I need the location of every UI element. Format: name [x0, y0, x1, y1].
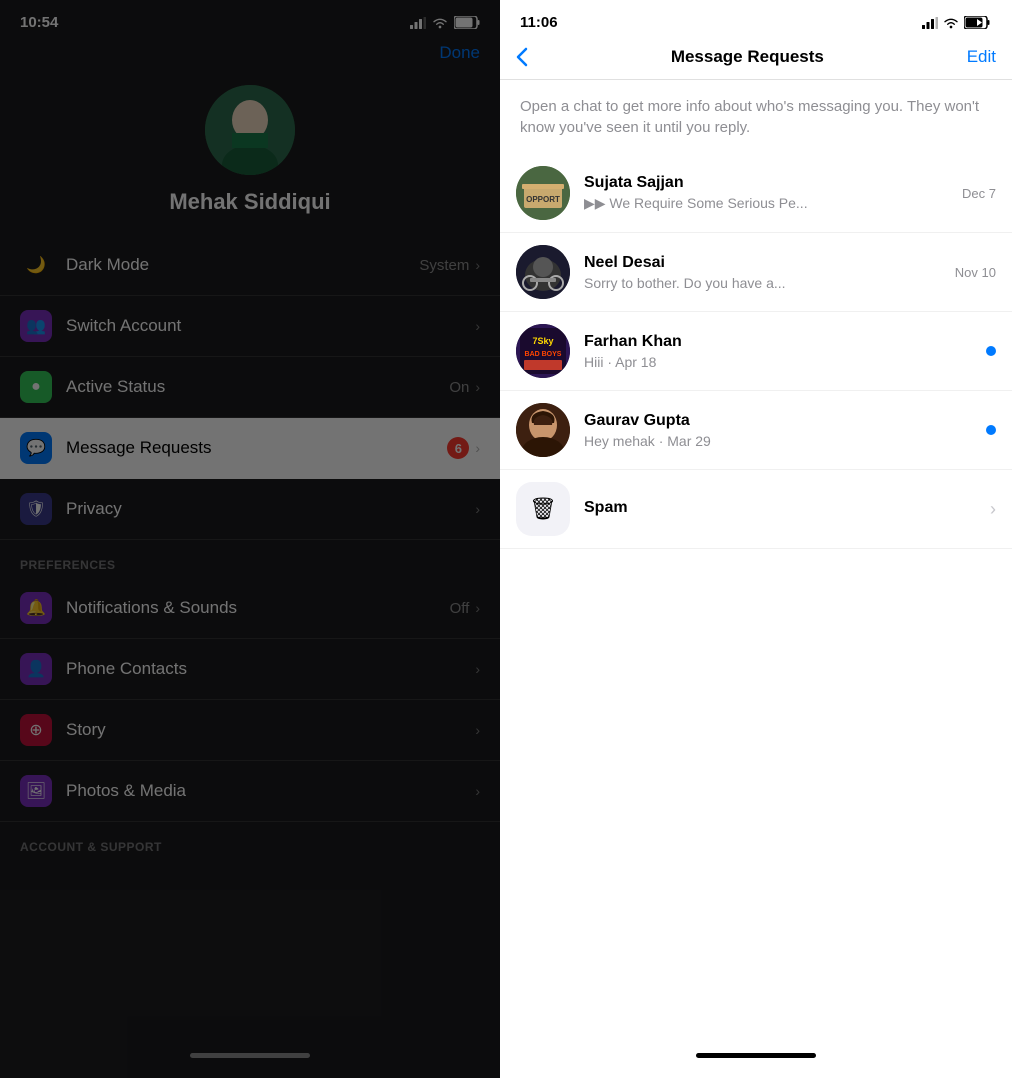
- status-icons-right: [922, 16, 992, 29]
- msg-preview-gaurav: Hey mehak · Mar 29: [584, 433, 978, 449]
- msg-name-sujata: Sujata Sajjan: [584, 174, 954, 192]
- battery-icon-right: [964, 16, 992, 29]
- spam-trash-icon: 🗑: [529, 496, 557, 522]
- msg-preview-sujata: ▶▶ We Require Some Serious Pe...: [584, 195, 954, 212]
- status-bar-right: 11:06: [500, 0, 1012, 39]
- message-item-farhan[interactable]: 7Sky BAD BOYS Farhan Khan Hiii · Apr 18: [500, 312, 1012, 391]
- svg-text:7Sky: 7Sky: [532, 336, 553, 346]
- home-indicator-right: [696, 1053, 816, 1058]
- svg-text:OPPORT: OPPORT: [526, 195, 560, 204]
- spam-chevron: ›: [990, 499, 996, 520]
- spam-icon-container: 🗑: [516, 482, 570, 536]
- back-button[interactable]: [516, 47, 528, 67]
- msg-name-gaurav: Gaurav Gupta: [584, 412, 978, 430]
- msg-preview-neel: Sorry to bother. Do you have a...: [584, 275, 947, 291]
- bottom-bar-right: [500, 1039, 1012, 1078]
- avatar-sujata: OPPORT: [516, 166, 570, 220]
- avatar-neel: [516, 245, 570, 299]
- svg-text:BAD BOYS: BAD BOYS: [525, 351, 562, 358]
- msg-content-farhan: Farhan Khan Hiii · Apr 18: [584, 333, 978, 370]
- msg-content-gaurav: Gaurav Gupta Hey mehak · Mar 29: [584, 412, 978, 449]
- nav-title: Message Requests: [671, 47, 824, 67]
- message-item-spam[interactable]: 🗑 Spam ›: [500, 470, 1012, 549]
- signal-icon-right: [922, 17, 938, 29]
- unread-dot-gaurav: [986, 425, 996, 435]
- edit-button[interactable]: Edit: [967, 47, 996, 67]
- msg-meta-gaurav: [986, 425, 996, 435]
- message-item-sujata[interactable]: OPPORT Sujata Sajjan ▶▶ We Require Some …: [500, 154, 1012, 233]
- wifi-icon-right: [943, 17, 959, 29]
- msg-preview-farhan: Hiii · Apr 18: [584, 354, 978, 370]
- avatar-farhan: 7Sky BAD BOYS: [516, 324, 570, 378]
- msg-name-spam: Spam: [584, 499, 982, 517]
- msg-name-farhan: Farhan Khan: [584, 333, 978, 351]
- msg-meta-sujata: Dec 7: [962, 186, 996, 201]
- right-message-requests-panel: 11:06 Message Requests Edit Open a chat …: [500, 0, 1012, 1078]
- nav-bar: Message Requests Edit: [500, 39, 1012, 80]
- msg-name-neel: Neel Desai: [584, 254, 947, 272]
- msg-date-sujata: Dec 7: [962, 186, 996, 201]
- msg-content-sujata: Sujata Sajjan ▶▶ We Require Some Serious…: [584, 174, 954, 212]
- msg-content-neel: Neel Desai Sorry to bother. Do you have …: [584, 254, 947, 291]
- message-item-neel[interactable]: Neel Desai Sorry to bother. Do you have …: [500, 233, 1012, 312]
- left-settings-panel: 10:54 Done Mehak Siddiqui: [0, 0, 500, 1078]
- time-right: 11:06: [520, 14, 558, 31]
- message-item-gaurav[interactable]: Gaurav Gupta Hey mehak · Mar 29: [500, 391, 1012, 470]
- msg-meta-spam: ›: [990, 499, 996, 520]
- msg-content-spam: Spam: [584, 499, 982, 520]
- overlay: [0, 0, 500, 1078]
- msg-meta-neel: Nov 10: [955, 265, 996, 280]
- msg-date-neel: Nov 10: [955, 265, 996, 280]
- info-text: Open a chat to get more info about who's…: [500, 80, 1012, 154]
- msg-meta-farhan: [986, 346, 996, 356]
- message-list: OPPORT Sujata Sajjan ▶▶ We Require Some …: [500, 154, 1012, 1039]
- avatar-gaurav: [516, 403, 570, 457]
- unread-dot-farhan: [986, 346, 996, 356]
